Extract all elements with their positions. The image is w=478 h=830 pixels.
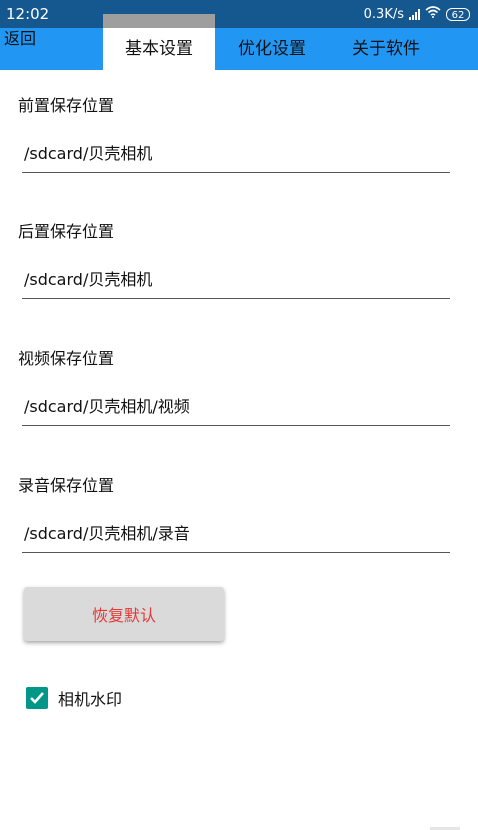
- reset-default-button[interactable]: 恢复默认: [24, 587, 224, 641]
- rear-path-input[interactable]: [22, 263, 450, 299]
- status-time: 12:02: [6, 5, 50, 23]
- rear-path-label: 后置保存位置: [18, 222, 115, 241]
- watermark-label: 相机水印: [58, 690, 123, 709]
- front-path-label: 前置保存位置: [18, 96, 115, 115]
- settings-screen: 12:02 0.3K/s 62 返回 基本设置 优化设置 关于软件 前置保存位置…: [0, 0, 478, 830]
- watermark-option[interactable]: 相机水印: [26, 686, 122, 710]
- battery-icon: 62: [446, 7, 470, 21]
- watermark-checkbox[interactable]: [26, 687, 48, 709]
- tab-about-software[interactable]: 关于软件: [336, 14, 436, 70]
- video-path-input[interactable]: [22, 390, 450, 426]
- check-icon: [30, 692, 44, 704]
- back-button[interactable]: 返回: [4, 25, 36, 49]
- audio-path-input[interactable]: [22, 517, 450, 553]
- tab-basic-settings[interactable]: 基本设置: [103, 14, 215, 70]
- video-path-label: 视频保存位置: [18, 349, 115, 368]
- front-path-input[interactable]: [22, 137, 450, 173]
- audio-path-label: 录音保存位置: [18, 476, 115, 495]
- tab-optimize-settings[interactable]: 优化设置: [222, 14, 322, 70]
